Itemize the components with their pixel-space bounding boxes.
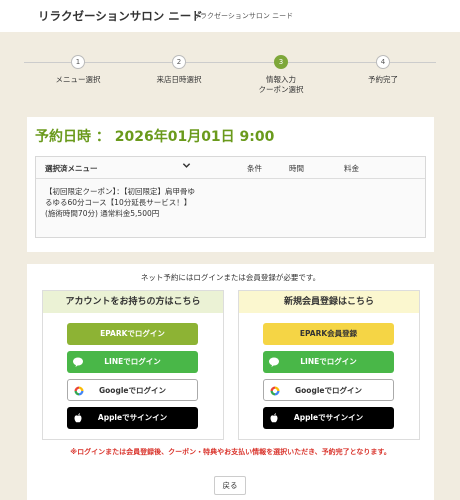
google-login-button[interactable]: Googleでログイン [263,379,394,401]
new-member-panel: 新規会員登録はこちら EPARK会員登録 LINEでログイン Googleでログ… [238,290,420,440]
menu-table-header[interactable]: 選択済メニュー 条件 時間 料金 [36,157,425,179]
step-info-input: 3 情報入力 クーポン選択 [226,55,336,95]
step-number: 2 [172,55,186,69]
google-login-button[interactable]: Googleでログイン [67,379,198,401]
time-column-header: 時間 [289,164,304,173]
shop-subtitle: リラクゼーションサロン ニード [193,12,294,20]
reservation-datetime: 予約日時 ： 2026年01月01日 9:00 [35,129,275,145]
button-label: LINEでログイン [300,357,357,366]
member-panel-title: アカウントをお持ちの方はこちら [43,291,223,313]
menu-description: 【初回限定クーポン】：【初回限定】肩甲骨ゆるゆる60分コース【10分延長サービス… [45,187,195,218]
apple-icon [270,413,278,423]
shop-name[interactable]: リラクゼーションサロン ニード [38,8,203,24]
apple-icon [74,413,82,423]
member-login-panel: アカウントをお持ちの方はこちら EPARKでログイン LINEでログイン Goo… [42,290,224,440]
step-menu: 1 メニュー選択 [23,55,133,85]
line-login-button[interactable]: LINEでログイン [67,351,198,373]
chevron-down-icon[interactable] [182,161,191,170]
step-label: 予約完了 [368,75,398,84]
button-label: Googleでログイン [99,386,166,395]
button-label: Appleでサインイン [97,413,168,422]
new-member-panel-title: 新規会員登録はこちら [239,291,419,313]
condition-column-header: 条件 [247,164,262,173]
completion-warning: ※ログインまたは会員登録後、クーポン・特典やお支払い情報を選択いただき、予約完了… [70,448,391,456]
button-label: LINEでログイン [104,357,161,366]
button-label: EPARKでログイン [100,329,165,338]
step-label: 情報入力 クーポン選択 [258,75,304,94]
back-button[interactable]: 戻る [214,476,246,495]
button-label: Appleでサインイン [293,413,364,422]
epark-register-button[interactable]: EPARK会員登録 [263,323,394,345]
progress-steps: 1 メニュー選択 2 来店日時選択 3 情報入力 クーポン選択 4 予約完了 [0,48,460,104]
menu-column-header: 選択済メニュー [45,164,98,173]
step-label: 来店日時選択 [156,75,202,84]
login-required-notice: ネット予約にはログインまたは会員登録が必要です。 [140,273,321,282]
epark-login-button[interactable]: EPARKでログイン [67,323,198,345]
site-header: リラクゼーションサロン ニード リラクゼーションサロン ニード [0,0,460,32]
step-number: 3 [274,55,288,69]
line-icon [269,357,279,367]
apple-signin-button[interactable]: Appleでサインイン [263,407,394,429]
google-icon [74,386,84,396]
apple-signin-button[interactable]: Appleでサインイン [67,407,198,429]
step-label: メニュー選択 [55,75,101,84]
step-datetime: 2 来店日時選択 [124,55,234,85]
reservation-card: 予約日時 ： 2026年01月01日 9:00 選択済メニュー 条件 時間 料金… [27,117,434,252]
google-icon [270,386,280,396]
step-number: 4 [376,55,390,69]
button-label: Googleでログイン [295,386,362,395]
step-complete: 4 予約完了 [328,55,438,85]
line-icon [73,357,83,367]
selected-menu-table: 選択済メニュー 条件 時間 料金 【初回限定クーポン】：【初回限定】肩甲骨ゆるゆ… [35,156,426,238]
step-number: 1 [71,55,85,69]
login-card: ネット予約にはログインまたは会員登録が必要です。 アカウントをお持ちの方はこちら… [27,264,434,500]
price-column-header: 料金 [344,164,359,173]
button-label: EPARK会員登録 [299,329,358,338]
line-login-button[interactable]: LINEでログイン [263,351,394,373]
